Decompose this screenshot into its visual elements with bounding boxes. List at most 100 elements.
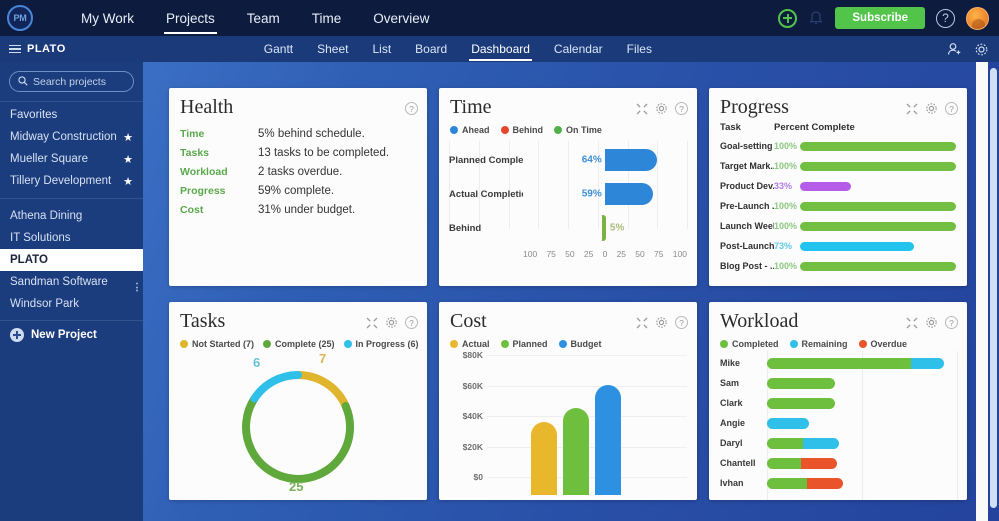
dashboard-canvas: Health ? Time 5% behind schedule. Tasks …: [143, 62, 999, 521]
hamburger-menu-icon[interactable]: [9, 45, 21, 54]
workload-name: Angie: [720, 418, 767, 428]
legend-item-complete: Complete (25): [263, 339, 335, 349]
tab-sheet[interactable]: Sheet: [305, 36, 360, 62]
progress-row: Post-Launch 73%: [720, 236, 956, 256]
bell-icon[interactable]: [808, 10, 824, 27]
legend-dot: [450, 126, 458, 134]
legend-item-in-progress: In Progress (6): [344, 339, 419, 349]
tab-dashboard[interactable]: Dashboard: [459, 36, 542, 62]
gear-icon[interactable]: [385, 316, 398, 329]
help-icon[interactable]: ?: [405, 102, 418, 115]
nav-item-time[interactable]: Time: [296, 0, 358, 36]
legend-label: Behind: [513, 125, 544, 135]
legend-label: Planned: [513, 339, 548, 349]
legend-item-not-started: Not Started (7): [180, 339, 254, 349]
pm-logo-icon[interactable]: PM: [7, 5, 33, 31]
time-bar-zone: 64%: [523, 143, 687, 177]
progress-track: [800, 222, 956, 231]
health-card: Health ? Time 5% behind schedule. Tasks …: [169, 88, 427, 286]
star-icon[interactable]: ★: [123, 153, 133, 166]
nav-item-projects[interactable]: Projects: [150, 0, 231, 36]
search-box[interactable]: [9, 71, 134, 92]
legend-label: Not Started (7): [192, 339, 254, 349]
search-input[interactable]: [33, 76, 125, 88]
sidebar-item-midway-construction[interactable]: Midway Construction ★: [0, 126, 143, 148]
more-options-icon[interactable]: [136, 283, 138, 292]
projects-sidebar: Favorites Midway Construction ★ Mueller …: [0, 62, 143, 521]
axis-tick: 0: [603, 249, 608, 259]
workload-segment-completed: [767, 398, 835, 409]
gear-icon[interactable]: [925, 316, 938, 329]
nav-item-team[interactable]: Team: [231, 0, 296, 36]
tab-gantt[interactable]: Gantt: [252, 36, 305, 62]
sidebar-item-tillery-development[interactable]: Tillery Development ★: [0, 170, 143, 192]
workload-name: Daryl: [720, 438, 767, 448]
progress-fill: [800, 142, 956, 151]
progress-fill: [800, 202, 956, 211]
legend-item-ahead: Ahead: [450, 125, 490, 135]
help-icon[interactable]: ?: [945, 102, 958, 115]
legend-label: Overdue: [871, 339, 908, 349]
sidebar-item-windsor-park[interactable]: Windsor Park: [0, 293, 143, 315]
subnav-left: PLATO: [0, 43, 66, 55]
workload-row: Sam: [720, 373, 957, 393]
expand-icon[interactable]: [636, 317, 648, 329]
subscribe-button[interactable]: Subscribe: [835, 7, 925, 29]
progress-task-name: Post-Launch: [720, 241, 774, 251]
workload-row: Clark: [720, 393, 957, 413]
gear-icon[interactable]: [925, 102, 938, 115]
time-legend: Ahead Behind On Time: [439, 118, 697, 135]
user-avatar[interactable]: [966, 7, 989, 30]
vertical-scrollbar[interactable]: [988, 62, 999, 521]
workload-row: Daryl: [720, 433, 957, 453]
help-icon[interactable]: ?: [945, 316, 958, 329]
workload-segment-completed: [767, 378, 835, 389]
axis-tick: $80K: [463, 350, 483, 360]
sidebar-item-it-solutions[interactable]: IT Solutions: [0, 227, 143, 249]
sidebar-item-athena-dining[interactable]: Athena Dining: [0, 205, 143, 227]
sidebar-item-mueller-square[interactable]: Mueller Square ★: [0, 148, 143, 170]
help-icon[interactable]: ?: [675, 316, 688, 329]
plus-circle-icon: [10, 328, 24, 342]
tab-calendar[interactable]: Calendar: [542, 36, 615, 62]
sidebar-item-plato[interactable]: PLATO: [0, 249, 143, 271]
progress-row: Goal-setting 100%: [720, 136, 956, 156]
progress-track: [800, 202, 956, 211]
logo-text: PM: [14, 13, 27, 23]
legend-item-actual: Actual: [450, 339, 490, 349]
new-project-button[interactable]: New Project: [0, 321, 143, 349]
gear-icon[interactable]: [655, 316, 668, 329]
progress-row: Launch Week 100%: [720, 216, 956, 236]
legend-dot: [554, 126, 562, 134]
gear-icon[interactable]: [974, 42, 989, 57]
scrollbar-thumb[interactable]: [990, 68, 997, 508]
expand-icon[interactable]: [366, 317, 378, 329]
star-icon[interactable]: ★: [123, 131, 133, 144]
tab-files[interactable]: Files: [615, 36, 664, 62]
workload-track: [767, 378, 957, 389]
tab-list[interactable]: List: [360, 36, 403, 62]
star-icon[interactable]: ★: [123, 175, 133, 188]
legend-label: Ahead: [462, 125, 490, 135]
legend-dot: [501, 340, 509, 348]
help-icon[interactable]: ?: [675, 102, 688, 115]
add-user-icon[interactable]: [947, 42, 962, 56]
health-row: Time 5% behind schedule.: [180, 128, 416, 140]
question-circle-icon[interactable]: ?: [936, 9, 955, 28]
gear-icon[interactable]: [655, 102, 668, 115]
expand-icon[interactable]: [906, 103, 918, 115]
sidebar-item-sandman-software[interactable]: Sandman Software: [0, 271, 143, 293]
help-icon[interactable]: ?: [405, 316, 418, 329]
health-label: Time: [180, 128, 258, 140]
nav-item-my-work[interactable]: My Work: [65, 0, 150, 36]
health-label: Workload: [180, 166, 258, 178]
expand-icon[interactable]: [906, 317, 918, 329]
workload-segment-overdue: [801, 458, 837, 469]
nav-item-overview[interactable]: Overview: [357, 0, 445, 36]
time-bar: [605, 149, 657, 171]
axis-tick: $40K: [463, 411, 483, 421]
workload-segment-completed: [767, 438, 803, 449]
plus-circle-icon[interactable]: [778, 9, 797, 28]
expand-icon[interactable]: [636, 103, 648, 115]
tab-board[interactable]: Board: [403, 36, 459, 62]
